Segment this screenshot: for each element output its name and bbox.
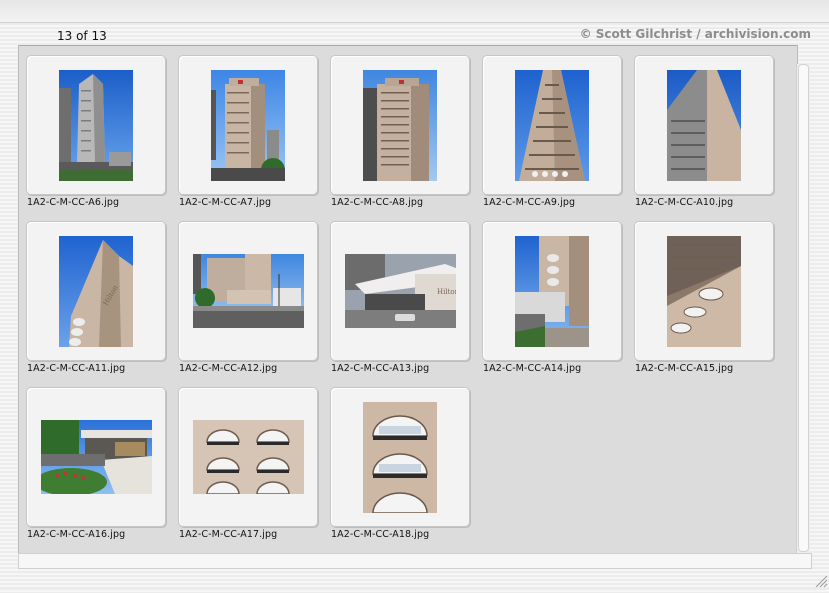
thumbnail-filename: 1A2-C-M-CC-A12.jpg [179, 363, 278, 374]
thumbnail-filename: 1A2-C-M-CC-A16.jpg [27, 529, 126, 540]
thumbnail-item[interactable]: 1A2-C-M-CC-A7.jpg [178, 55, 330, 221]
thumbnail-grid: 1A2-C-M-CC-A6.jpg 1A2-C-M-CC-A7.jpg 1A2-… [26, 55, 786, 553]
thumbnail-filename: 1A2-C-M-CC-A8.jpg [331, 197, 424, 208]
street-photo-icon [192, 254, 304, 328]
copyright-credit: © Scott Gilchrist / archivision.com [579, 27, 811, 41]
thumbnail-filename: 1A2-C-M-CC-A14.jpg [483, 363, 582, 374]
tower-photo-icon [515, 69, 589, 181]
thumbnail-item[interactable]: 1A2-C-M-CC-A18.jpg [330, 387, 482, 553]
thumbnail-card[interactable] [178, 387, 318, 527]
thumbnail-card[interactable] [634, 55, 774, 195]
thumbnail-item[interactable]: 1A2-C-M-CC-A8.jpg [330, 55, 482, 221]
thumbnail-item[interactable]: 1A2-C-M-CC-A17.jpg [178, 387, 330, 553]
plaza-photo-icon [40, 420, 152, 494]
thumbnail-card[interactable] [26, 387, 166, 527]
balcony-photo-icon [667, 235, 741, 347]
thumbnail-card[interactable] [178, 221, 318, 361]
thumbnail-filename: 1A2-C-M-CC-A6.jpg [27, 197, 120, 208]
thumbnail-card[interactable] [482, 221, 622, 361]
tower-photo-icon [363, 69, 437, 181]
tower-photo-icon [667, 69, 741, 181]
tower-photo-icon: Hilton [59, 235, 133, 347]
thumbnail-card[interactable] [26, 55, 166, 195]
thumbnail-item[interactable]: 1A2-C-M-CC-A9.jpg [482, 55, 634, 221]
page-counter: 13 of 13 [57, 29, 107, 43]
window-top-strip [0, 0, 829, 23]
thumbnail-item[interactable]: Hilton 1A2-C-M-CC-A11.jpg [26, 221, 178, 387]
thumbnail-item[interactable]: Hilton 1A2-C-M-CC-A13.jpg [330, 221, 482, 387]
thumbnail-filename: 1A2-C-M-CC-A13.jpg [331, 363, 430, 374]
thumbnail-filename: 1A2-C-M-CC-A9.jpg [483, 197, 576, 208]
thumbnail-filename: 1A2-C-M-CC-A18.jpg [331, 529, 430, 540]
facade-photo-icon [363, 401, 437, 513]
horizontal-scrollbar[interactable] [18, 553, 812, 569]
thumbnail-filename: 1A2-C-M-CC-A10.jpg [635, 197, 734, 208]
tower-photo-icon [515, 235, 589, 347]
thumbnail-filename: 1A2-C-M-CC-A15.jpg [635, 363, 734, 374]
scrollbar-thumb[interactable] [798, 64, 809, 552]
thumbnail-item[interactable]: 1A2-C-M-CC-A12.jpg [178, 221, 330, 387]
vertical-scrollbar[interactable] [796, 64, 810, 553]
thumbnail-filename: 1A2-C-M-CC-A11.jpg [27, 363, 126, 374]
tower-photo-icon [59, 69, 133, 181]
thumbnail-card[interactable] [634, 221, 774, 361]
thumbnail-card[interactable] [330, 55, 470, 195]
thumbnail-filename: 1A2-C-M-CC-A17.jpg [179, 529, 278, 540]
thumbnail-card[interactable]: Hilton [330, 221, 470, 361]
tower-photo-icon [211, 69, 285, 181]
thumbnail-item[interactable]: 1A2-C-M-CC-A16.jpg [26, 387, 178, 553]
entrance-photo-icon: Hilton [344, 254, 456, 328]
thumbnail-card[interactable] [330, 387, 470, 527]
thumbnail-item[interactable]: 1A2-C-M-CC-A6.jpg [26, 55, 178, 221]
thumbnail-item[interactable]: 1A2-C-M-CC-A15.jpg [634, 221, 786, 387]
thumbnail-item[interactable]: 1A2-C-M-CC-A14.jpg [482, 221, 634, 387]
thumbnail-card[interactable] [482, 55, 622, 195]
svg-text:Hilton: Hilton [437, 288, 456, 296]
thumbnail-card[interactable] [178, 55, 318, 195]
thumbnail-item[interactable]: 1A2-C-M-CC-A10.jpg [634, 55, 786, 221]
resize-grip-icon[interactable] [812, 572, 828, 588]
thumbnail-filename: 1A2-C-M-CC-A7.jpg [179, 197, 272, 208]
thumbnail-grid-panel: 1A2-C-M-CC-A6.jpg 1A2-C-M-CC-A7.jpg 1A2-… [18, 45, 798, 554]
facade-photo-icon [192, 420, 304, 494]
thumbnail-card[interactable]: Hilton [26, 221, 166, 361]
